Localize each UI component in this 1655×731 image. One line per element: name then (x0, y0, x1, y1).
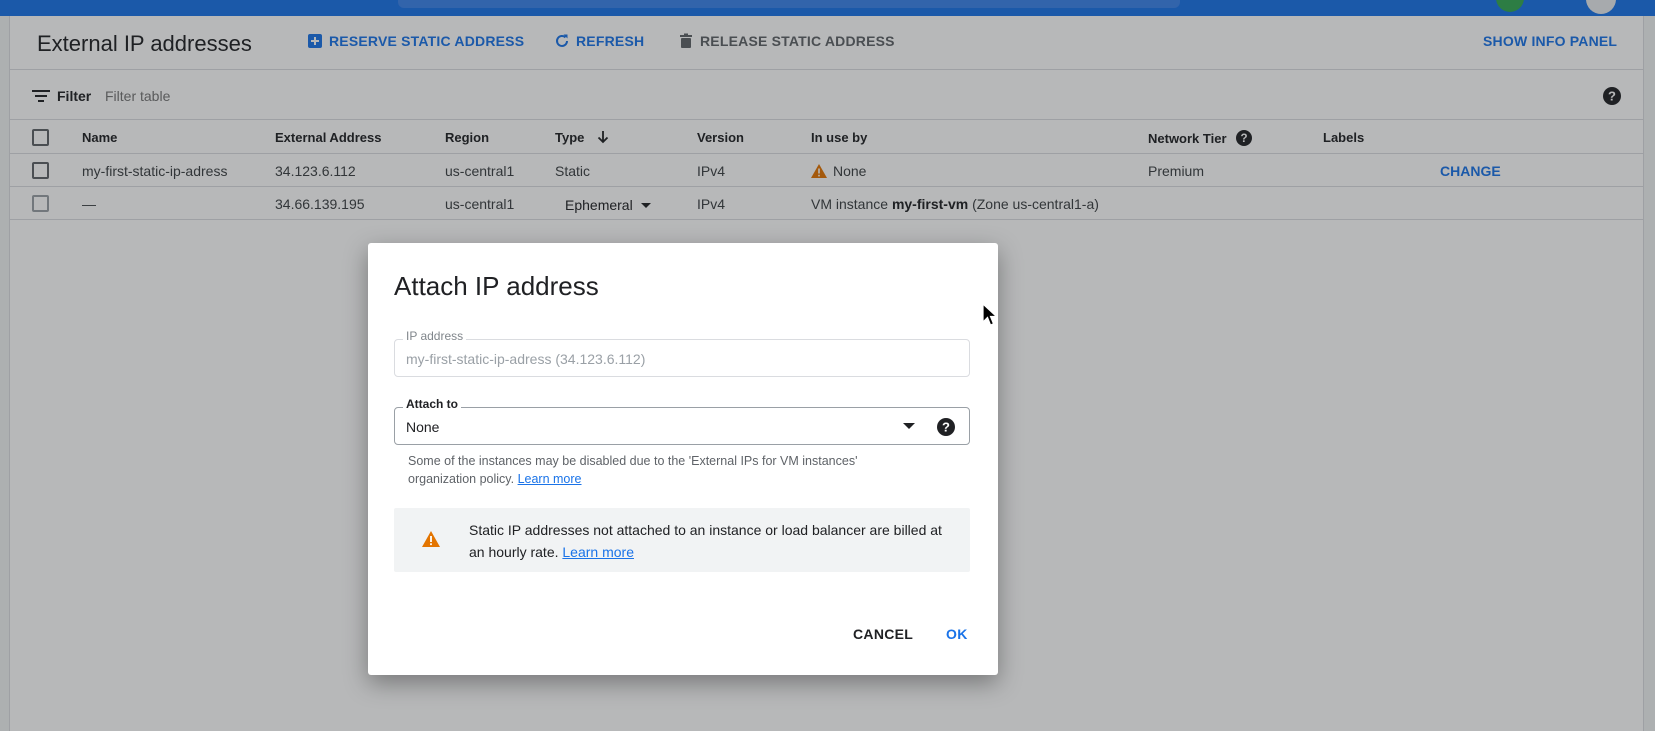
dialog-title: Attach IP address (394, 271, 599, 301)
help-icon[interactable]: ? (937, 418, 955, 436)
learn-more-link[interactable]: Learn more (562, 544, 634, 560)
mouse-cursor-icon (982, 303, 998, 326)
attach-to-select[interactable]: Attach to None ? (394, 397, 970, 445)
billing-notice: Static IP addresses not attached to an i… (394, 508, 970, 572)
svg-text:?: ? (942, 420, 950, 435)
dropdown-caret-icon[interactable] (903, 423, 915, 429)
ip-address-field: IP address my-first-static-ip-adress (34… (394, 329, 970, 377)
billing-notice-text: Static IP addresses not attached to an i… (469, 519, 949, 563)
warning-icon (422, 531, 440, 547)
ok-button[interactable]: OK (946, 626, 968, 642)
attach-to-label: Attach to (403, 397, 461, 411)
ip-address-value: my-first-static-ip-adress (34.123.6.112) (406, 351, 646, 367)
learn-more-link[interactable]: Learn more (518, 472, 582, 486)
ip-address-label: IP address (403, 329, 467, 343)
attach-to-value: None (406, 419, 440, 435)
billing-notice-message: Static IP addresses not attached to an i… (469, 522, 942, 560)
policy-hint-text: Some of the instances may be disabled du… (408, 454, 858, 486)
cancel-button[interactable]: CANCEL (853, 626, 913, 642)
policy-hint: Some of the instances may be disabled du… (408, 452, 928, 488)
attach-ip-dialog: Attach IP address IP address my-first-st… (368, 243, 998, 675)
